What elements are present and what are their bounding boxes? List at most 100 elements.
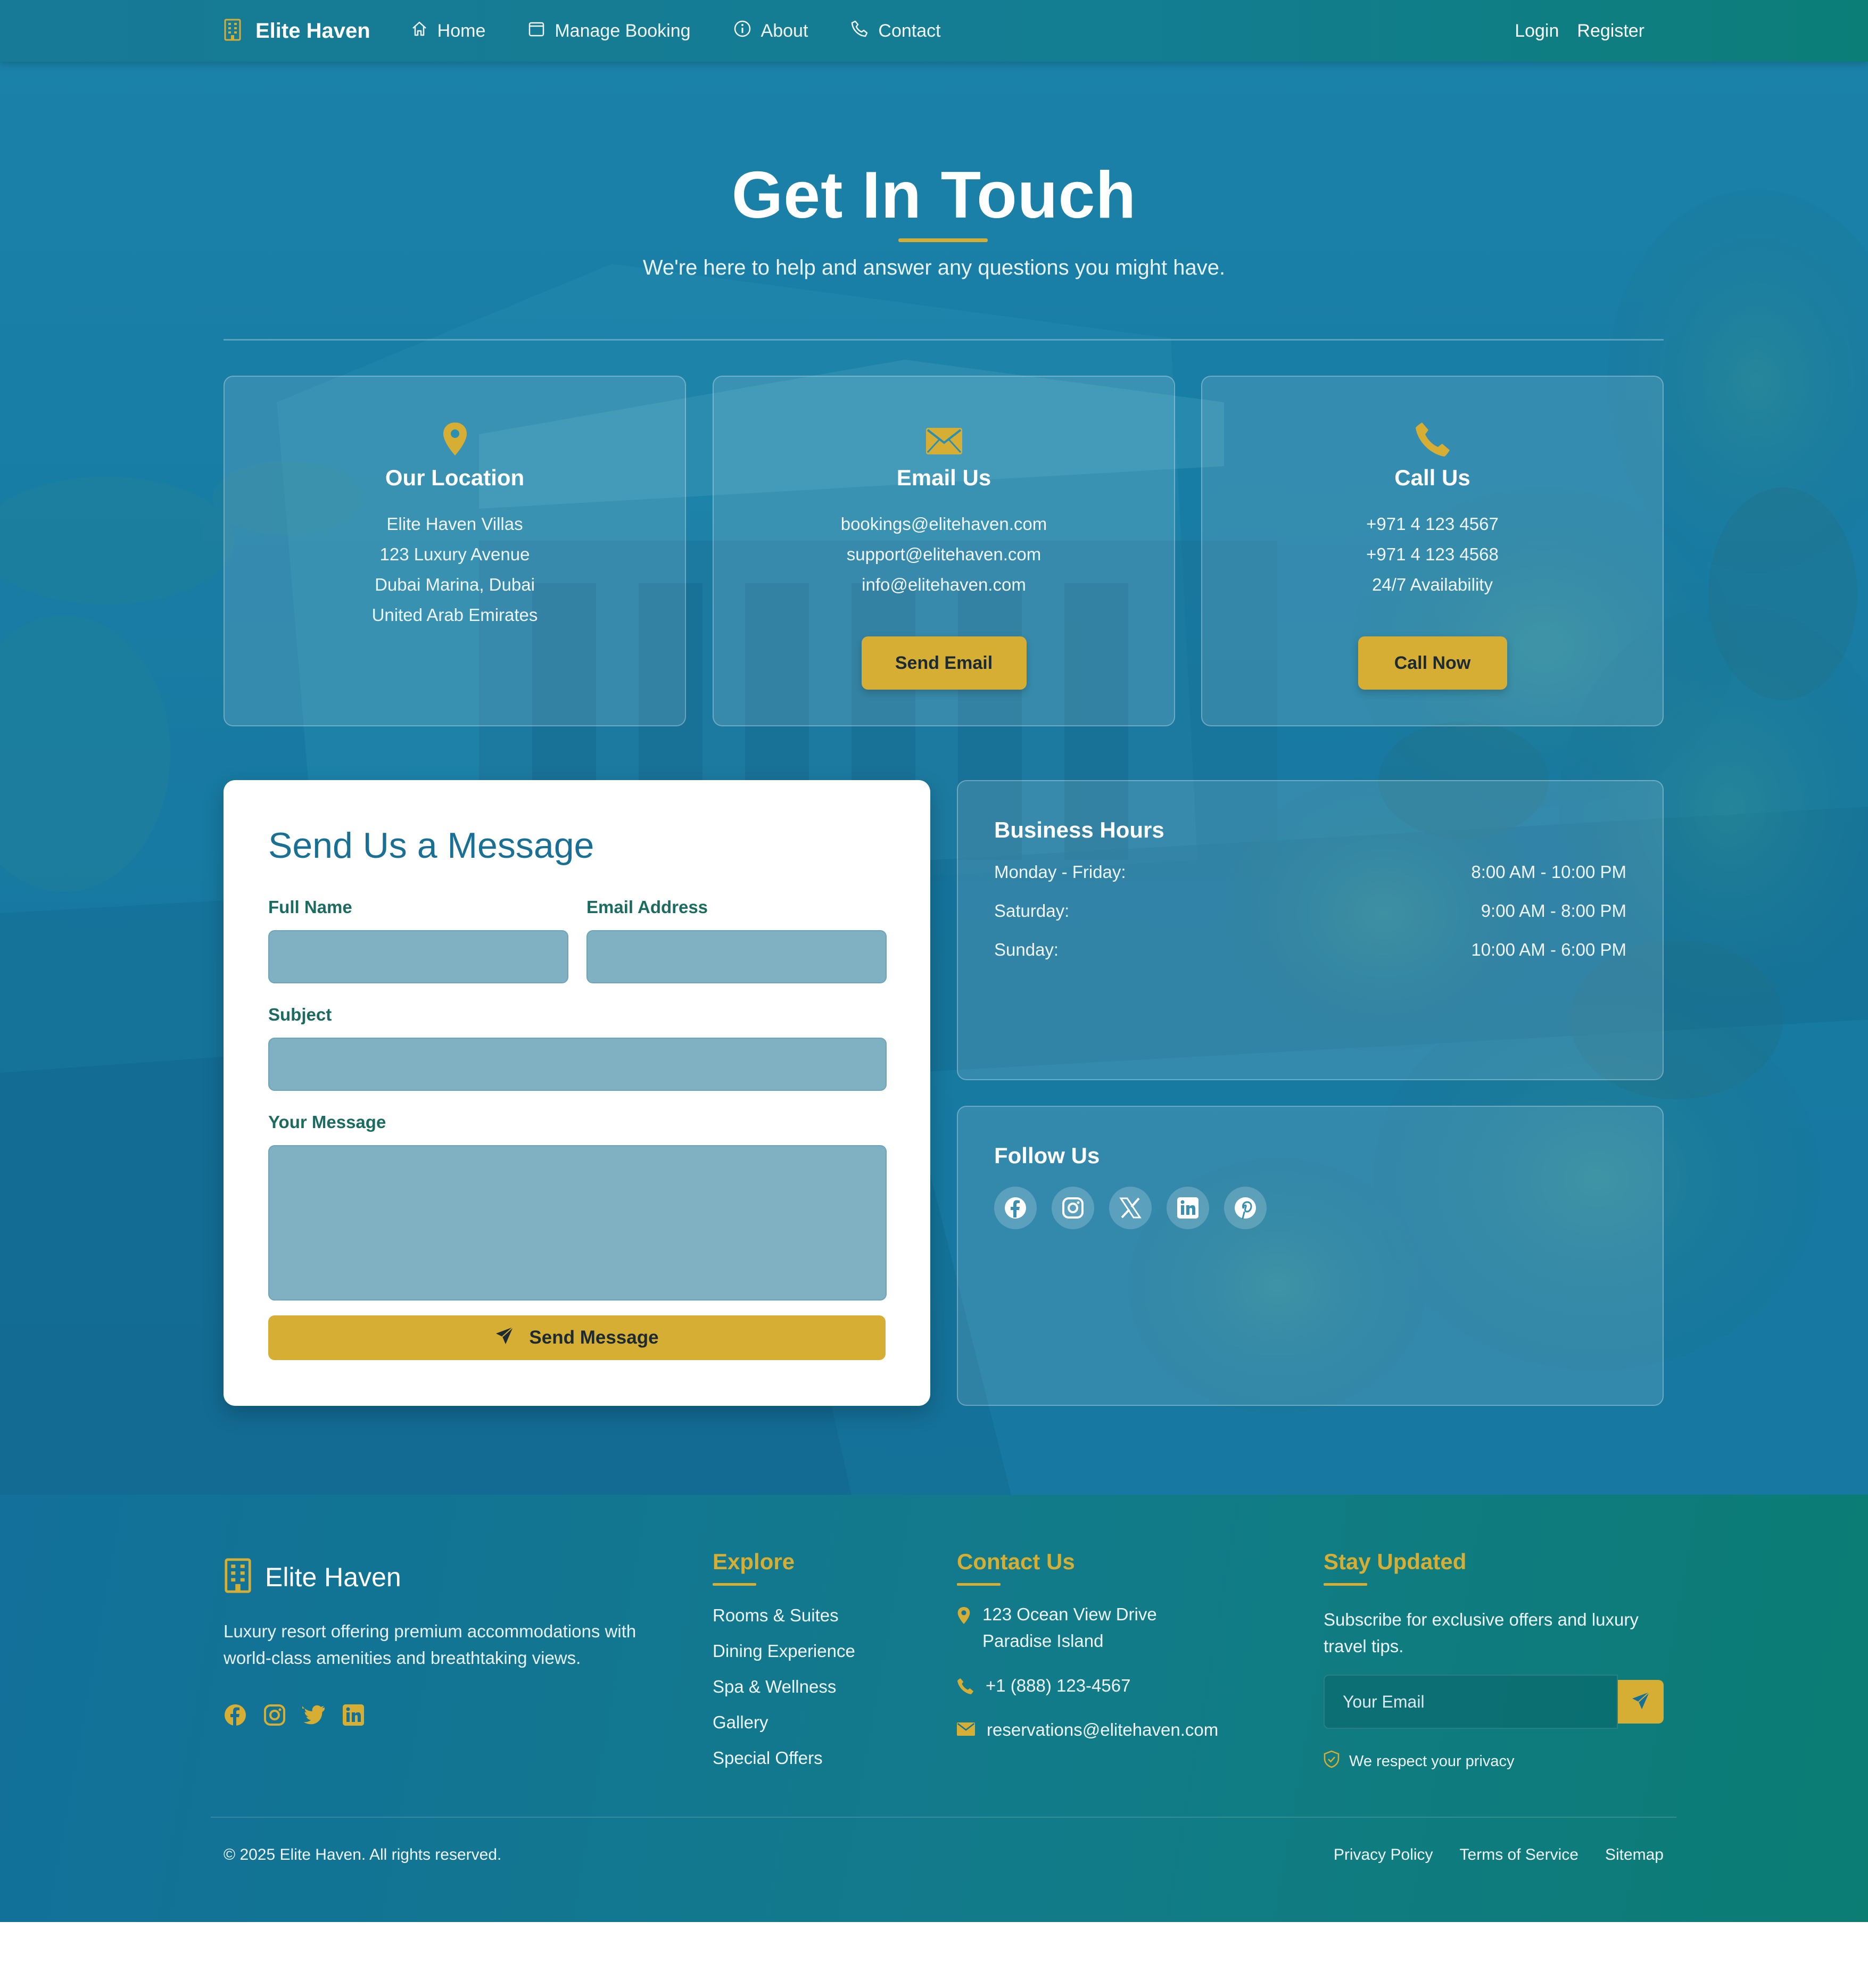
contact-heading: Contact Us: [957, 1549, 1075, 1574]
footer-email[interactable]: reservations@elitehaven.com: [957, 1717, 1218, 1743]
phone-icon: [957, 1672, 986, 1702]
auth-links: Login Register: [1497, 21, 1644, 42]
footer: Elite Haven Luxury resort offering premi…: [0, 1495, 1868, 1922]
send-message-button[interactable]: Send Message: [268, 1315, 886, 1360]
linkedin-icon[interactable]: [342, 1703, 365, 1727]
card-title: Email Us: [896, 465, 991, 490]
login-link[interactable]: Login: [1515, 21, 1559, 42]
social-links: [994, 1187, 1282, 1229]
card-line: 24/7 Availability: [1372, 575, 1493, 594]
paper-plane-icon: [1631, 1691, 1650, 1713]
pinterest-icon[interactable]: [1224, 1187, 1267, 1229]
message-form: Send Us a Message Full Name Email Addres…: [224, 780, 930, 1406]
newsletter-heading: Stay Updated: [1324, 1549, 1467, 1574]
card-lines: Elite Haven Villas 123 Luxury Avenue Dub…: [225, 509, 685, 630]
form-title: Send Us a Message: [268, 825, 594, 866]
footer-link-rooms[interactable]: Rooms & Suites: [713, 1605, 839, 1626]
heading-underline: [957, 1583, 1001, 1586]
paper-plane-icon: [495, 1326, 529, 1350]
address-line: Paradise Island: [982, 1631, 1104, 1651]
card-line: bookings@elitehaven.com: [840, 514, 1047, 534]
copyright: © 2025 Elite Haven. All rights reserved.: [224, 1846, 502, 1863]
envelope-icon: [714, 428, 1174, 454]
subject-input[interactable]: [268, 1038, 887, 1091]
message-label: Your Message: [268, 1112, 386, 1132]
linkedin-icon[interactable]: [1167, 1187, 1209, 1229]
card-line: Elite Haven Villas: [386, 514, 523, 534]
card-line: info@elitehaven.com: [862, 575, 1026, 594]
privacy-policy-link[interactable]: Privacy Policy: [1334, 1846, 1433, 1864]
location-pin-icon: [957, 1601, 982, 1654]
nav-link-label: Home: [437, 20, 486, 41]
nav-link-manage-booking[interactable]: Manage Booking: [528, 20, 691, 42]
facebook-icon[interactable]: [224, 1703, 247, 1727]
page-subtitle: We're here to help and answer any questi…: [642, 256, 1226, 279]
building-icon: [224, 1558, 252, 1596]
footer-brand[interactable]: Elite Haven: [224, 1558, 401, 1596]
address-line: 123 Ocean View Drive: [982, 1604, 1157, 1624]
footer-address: 123 Ocean View Drive Paradise Island: [957, 1601, 1157, 1654]
card-line: +971 4 123 4567: [1366, 514, 1499, 534]
shield-icon: [1324, 1750, 1349, 1772]
instagram-icon[interactable]: [1052, 1187, 1094, 1229]
footer-link-dining[interactable]: Dining Experience: [713, 1641, 855, 1661]
full-name-input[interactable]: [268, 930, 568, 983]
card-line: support@elitehaven.com: [846, 544, 1042, 564]
terms-link[interactable]: Terms of Service: [1460, 1846, 1578, 1864]
phone-text: +1 (888) 123-4567: [986, 1676, 1131, 1695]
email-address-input[interactable]: [586, 930, 887, 983]
footer-divider: [211, 1817, 1676, 1818]
call-now-button[interactable]: Call Now: [1358, 636, 1507, 690]
hours-day: Monday - Friday:: [994, 862, 1126, 882]
message-textarea[interactable]: [268, 1145, 887, 1301]
facebook-icon[interactable]: [994, 1187, 1037, 1229]
brand[interactable]: Elite Haven: [224, 19, 370, 44]
instagram-icon[interactable]: [263, 1703, 286, 1727]
section-divider: [224, 339, 1664, 341]
twitter-icon[interactable]: [302, 1703, 326, 1727]
nav-link-label: Manage Booking: [555, 20, 691, 41]
info-icon: [733, 20, 761, 43]
footer-phone[interactable]: +1 (888) 123-4567: [957, 1672, 1130, 1702]
email-address-label: Email Address: [586, 897, 708, 917]
newsletter-email-input[interactable]: Your Email: [1324, 1675, 1618, 1729]
nav-link-contact[interactable]: Contact: [850, 20, 941, 43]
phone-icon: [1202, 421, 1663, 458]
top-navbar: Elite Haven Home Manage Booking About Co…: [0, 0, 1868, 62]
footer-link-offers[interactable]: Special Offers: [713, 1748, 823, 1768]
send-email-button[interactable]: Send Email: [861, 636, 1027, 690]
hours-row: Saturday: 9:00 AM - 8:00 PM: [994, 901, 1626, 921]
envelope-icon: [957, 1717, 987, 1743]
card-line: United Arab Emirates: [371, 605, 538, 625]
explore-heading: Explore: [713, 1549, 795, 1574]
building-icon: [224, 19, 242, 44]
panel-title: Business Hours: [994, 817, 1164, 842]
card-title: Our Location: [385, 465, 525, 490]
follow-us-panel: Follow Us: [957, 1106, 1664, 1406]
hours-time: 10:00 AM - 6:00 PM: [1471, 940, 1626, 959]
x-icon[interactable]: [1109, 1187, 1152, 1229]
phone-icon: [850, 20, 878, 43]
legal-links: Privacy Policy Terms of Service Sitemap: [1307, 1846, 1664, 1864]
card-line: +971 4 123 4568: [1366, 544, 1499, 564]
business-hours-panel: Business Hours Monday - Friday: 8:00 AM …: [957, 780, 1664, 1080]
calendar-icon: [528, 20, 555, 42]
contact-hero-section: Get In Touch We're here to help and answ…: [0, 62, 1868, 1495]
call-card: Call Us +971 4 123 4567 +971 4 123 4568 …: [1201, 376, 1664, 726]
nav-link-home[interactable]: Home: [411, 20, 486, 42]
register-link[interactable]: Register: [1577, 21, 1644, 42]
card-lines: bookings@elitehaven.com support@elitehav…: [714, 509, 1174, 600]
footer-link-spa[interactable]: Spa & Wellness: [713, 1677, 836, 1697]
heading-underline: [1324, 1583, 1367, 1586]
hours-day: Saturday:: [994, 901, 1070, 921]
hours-time: 9:00 AM - 8:00 PM: [1481, 901, 1626, 921]
card-line: 123 Luxury Avenue: [379, 544, 530, 564]
privacy-note: We respect your privacy: [1324, 1750, 1515, 1772]
nav-link-about[interactable]: About: [733, 20, 808, 43]
sitemap-link[interactable]: Sitemap: [1605, 1846, 1664, 1864]
title-underline: [898, 238, 988, 242]
send-message-label: Send Message: [529, 1327, 659, 1348]
newsletter-submit-button[interactable]: [1618, 1680, 1664, 1724]
footer-link-gallery[interactable]: Gallery: [713, 1712, 768, 1733]
navbar-inner: Elite Haven Home Manage Booking About Co…: [224, 0, 1644, 62]
